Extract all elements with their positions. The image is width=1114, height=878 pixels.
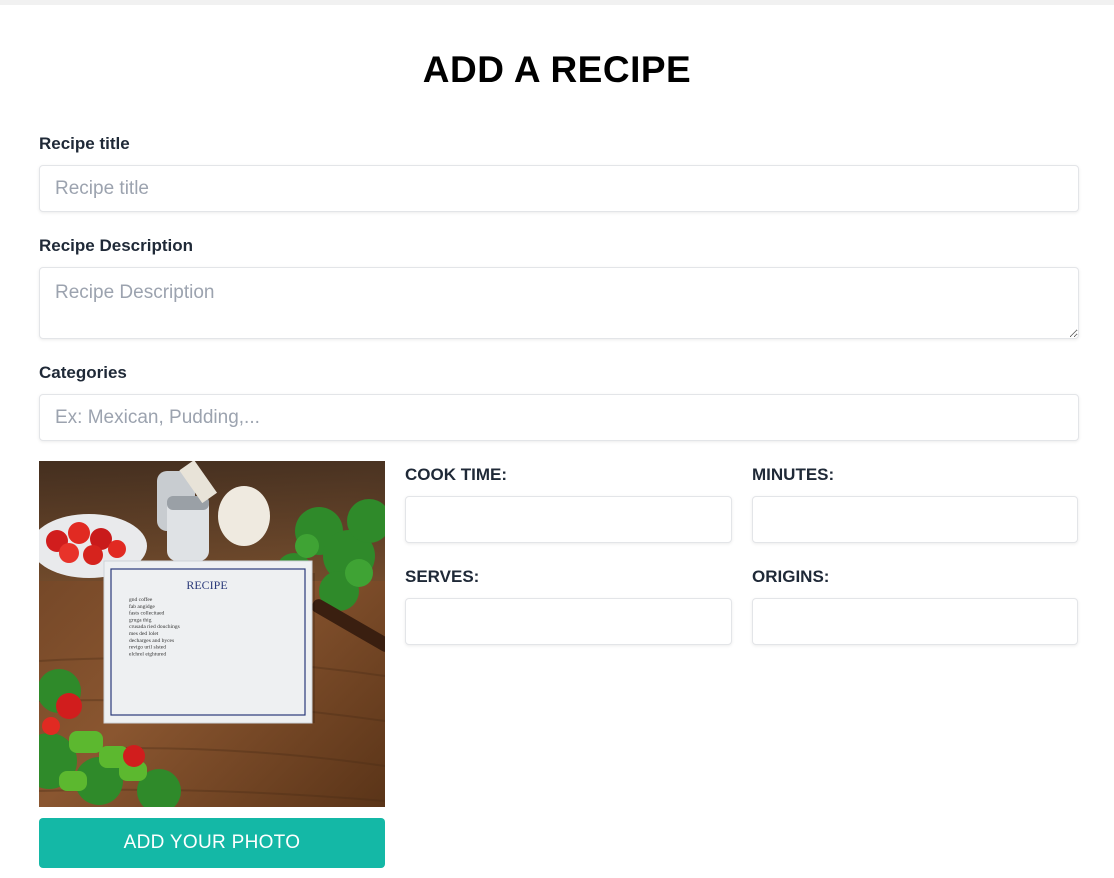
categories-label: Categories (39, 363, 127, 382)
minutes-label: MINUTES: (752, 465, 835, 484)
card-line: revigo uril slsted (129, 645, 166, 651)
recipe-description-textarea[interactable] (39, 267, 1079, 339)
recipe-title-label: Recipe title (39, 134, 130, 153)
card-line: gruga thig (129, 617, 152, 623)
card-heading: RECIPE (186, 578, 227, 592)
top-bar (0, 0, 1114, 5)
recipe-description-label: Recipe Description (39, 236, 193, 255)
card-line: fab angidge (129, 603, 155, 610)
add-photo-button[interactable]: ADD YOUR PHOTO (39, 818, 385, 868)
serves-input[interactable] (405, 598, 732, 645)
recipe-title-input[interactable] (39, 165, 1079, 212)
cook-time-label: COOK TIME: (405, 465, 507, 484)
card-line: mes ded lolet (129, 631, 159, 637)
recipe-photo: RECIPE gnd coffee fab angidge fasts collec… (39, 461, 385, 807)
card-line: elchrel eightured (129, 651, 166, 657)
origins-label: ORIGINS: (752, 567, 830, 586)
card-line: crusada ried douchings (129, 624, 180, 630)
card-line: gnd coffee (129, 596, 153, 603)
categories-input[interactable] (39, 394, 1079, 441)
serves-label: SERVES: (405, 567, 480, 586)
card-line: fasts collecitaed (129, 610, 165, 617)
card-line: decharges and byces (129, 638, 174, 644)
page-title: ADD A RECIPE (422, 49, 692, 90)
origins-input[interactable] (752, 598, 1078, 645)
minutes-input[interactable] (752, 496, 1078, 543)
cook-time-input[interactable] (405, 496, 732, 543)
